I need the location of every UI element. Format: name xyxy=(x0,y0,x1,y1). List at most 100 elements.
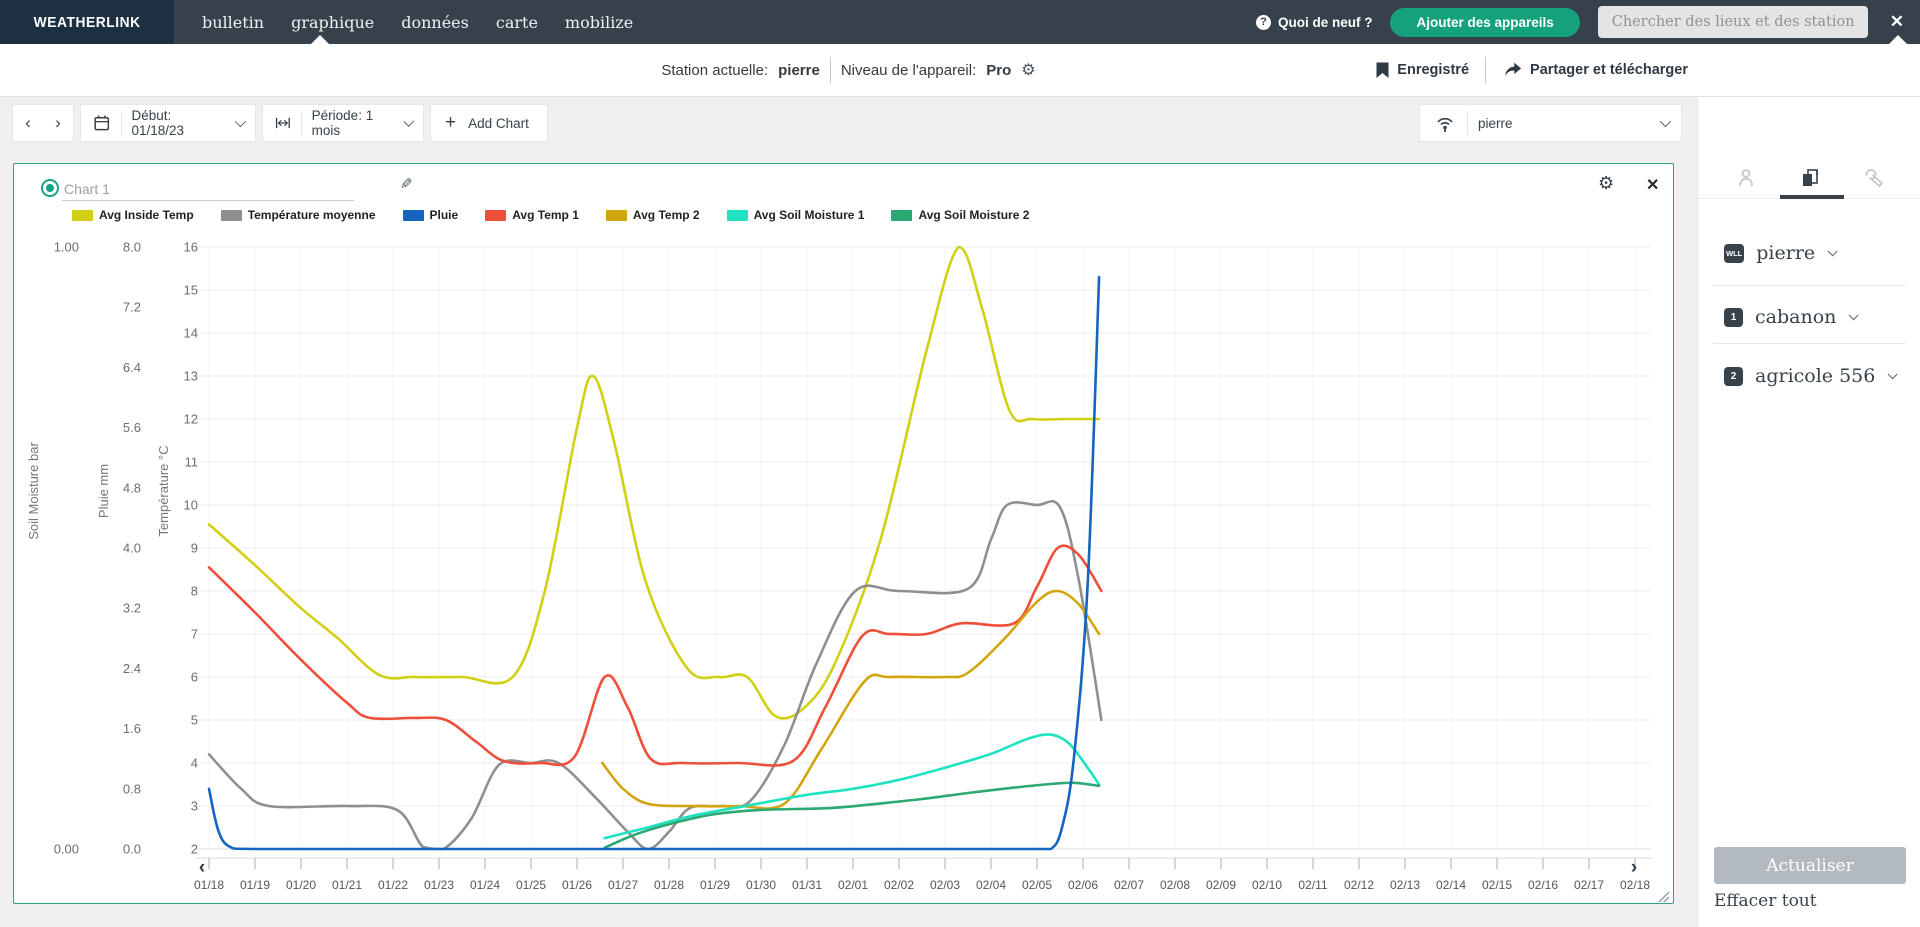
legend-item[interactable]: Avg Inside Temp xyxy=(72,208,194,222)
nav-item-données[interactable]: données xyxy=(401,13,469,32)
resize-handle[interactable] xyxy=(1658,892,1669,902)
close-icon[interactable]: ✕ xyxy=(1886,12,1908,32)
chart-settings-gear-icon[interactable]: ⚙ xyxy=(1598,173,1614,194)
clear-all-link[interactable]: Effacer tout xyxy=(1714,891,1817,911)
legend-item[interactable]: Température moyenne xyxy=(221,208,376,222)
axis-title: Pluie mm xyxy=(96,464,111,518)
axis-tick-label: 2 xyxy=(191,842,198,857)
device-badge: 1 xyxy=(1724,308,1743,327)
x-axis-date-label: 02/03 xyxy=(930,878,960,892)
axis-tick-label: 15 xyxy=(184,283,198,298)
legend-item[interactable]: Pluie xyxy=(403,208,459,222)
nav-item-bulletin[interactable]: bulletin xyxy=(202,13,264,32)
tab-user[interactable] xyxy=(1733,165,1759,191)
nav-item-carte[interactable]: carte xyxy=(496,13,538,32)
chevron-down-icon xyxy=(404,116,415,127)
device-sidebar: WLLpierre 1cabanon 2agricole 556 Actualise… xyxy=(1697,97,1920,927)
x-axis-date-label: 02/18 xyxy=(1620,878,1650,892)
start-date-picker[interactable]: Début: 01/18/23 xyxy=(80,104,256,142)
series-avg-temp-1 xyxy=(209,546,1101,766)
station-select-value: pierre xyxy=(1478,116,1513,131)
scroll-left-icon[interactable]: ‹ xyxy=(199,857,205,878)
refresh-button[interactable]: Actualiser xyxy=(1714,847,1906,884)
series-avg-inside-temp xyxy=(209,247,1099,718)
chart-plot[interactable]: 1.000.00Soil Moisture bar8.07.26.45.64.8… xyxy=(14,164,1672,902)
axis-tick-label: 10 xyxy=(184,498,198,513)
x-axis-date-label: 01/18 xyxy=(194,878,224,892)
x-axis-date-label: 01/21 xyxy=(332,878,362,892)
axis-tick-label: 14 xyxy=(184,326,198,341)
divider xyxy=(1485,57,1486,83)
x-axis-date-label: 01/22 xyxy=(378,878,408,892)
add-devices-button[interactable]: Ajouter des appareils xyxy=(1390,8,1579,37)
nav-menu: bulletin graphique données carte mobilize xyxy=(202,0,633,44)
x-axis-date-label: 01/24 xyxy=(470,878,500,892)
legend-label: Avg Temp 2 xyxy=(633,208,700,222)
period-picker[interactable]: Période: 1 mois xyxy=(262,104,424,142)
chart-close-icon[interactable]: ✕ xyxy=(1646,175,1659,195)
add-chart-button[interactable]: + Add Chart xyxy=(430,104,548,142)
axis-tick-label: 12 xyxy=(184,412,198,427)
search-input[interactable] xyxy=(1598,6,1868,38)
sidebar-caret xyxy=(1889,35,1907,44)
axis-tick-label: 11 xyxy=(185,455,199,470)
axis-tick-label: 6 xyxy=(191,670,198,685)
legend-label: Avg Soil Moisture 1 xyxy=(754,208,865,222)
chevron-down-icon xyxy=(1888,369,1898,379)
legend-item[interactable]: Avg Temp 1 xyxy=(485,208,579,222)
legend-swatch xyxy=(606,210,627,221)
nav-item-mobilize[interactable]: mobilize xyxy=(565,13,633,32)
chevron-down-icon xyxy=(1828,246,1838,256)
series-température-moyenne xyxy=(209,501,1101,849)
axis-tick-label: 0.0 xyxy=(123,842,141,857)
axis-tick-label: 16 xyxy=(184,240,198,255)
x-axis-date-label: 01/30 xyxy=(746,878,776,892)
axis-tick-label: 7 xyxy=(191,627,198,642)
share-icon xyxy=(1502,62,1522,78)
legend-swatch xyxy=(72,210,93,221)
tab-devices[interactable] xyxy=(1797,165,1823,191)
axis-tick-label: 0.8 xyxy=(123,781,141,796)
device-row-cabanon[interactable]: 1cabanon xyxy=(1724,305,1904,329)
legend-label: Avg Temp 1 xyxy=(512,208,579,222)
saved-button[interactable]: Enregistré xyxy=(1376,62,1469,79)
x-axis-date-label: 02/01 xyxy=(838,878,868,892)
share-label: Partager et télécharger xyxy=(1530,62,1688,78)
legend-item[interactable]: Avg Soil Moisture 1 xyxy=(727,208,865,222)
divider xyxy=(1713,343,1906,344)
legend-item[interactable]: Avg Temp 2 xyxy=(606,208,700,222)
sidebar-tabs xyxy=(1698,159,1920,199)
axis-tick-label: 5.6 xyxy=(123,420,141,435)
prev-arrow-button[interactable]: ‹ xyxy=(13,113,43,133)
x-axis-date-label: 01/28 xyxy=(654,878,684,892)
axis-title: Soil Moisture bar xyxy=(26,442,41,540)
whats-new-link[interactable]: ? Quoi de neuf ? xyxy=(1256,15,1373,30)
legend-swatch xyxy=(221,210,242,221)
pencil-icon[interactable]: ✎ xyxy=(400,175,413,193)
x-axis-date-label: 01/29 xyxy=(700,878,730,892)
active-tab-underline xyxy=(1780,195,1844,199)
gear-icon[interactable]: ⚙ xyxy=(1021,60,1035,80)
device-row-agricole-556[interactable]: 2agricole 556 xyxy=(1724,364,1904,388)
device-name: pierre xyxy=(1756,242,1815,264)
device-row-pierre[interactable]: WLLpierre xyxy=(1724,241,1904,265)
scroll-right-icon[interactable]: › xyxy=(1631,857,1637,878)
share-download-button[interactable]: Partager et télécharger xyxy=(1502,62,1688,78)
tab-settings[interactable] xyxy=(1860,165,1886,191)
x-axis-date-label: 01/26 xyxy=(562,878,592,892)
next-arrow-button[interactable]: › xyxy=(43,113,73,133)
station-select[interactable]: pierre xyxy=(1419,104,1682,142)
station-signal-icon xyxy=(1433,112,1457,134)
chart-title-input[interactable] xyxy=(62,177,354,201)
device-level-label: Niveau de l'appareil: xyxy=(841,62,976,79)
x-axis-date-label: 01/19 xyxy=(240,878,270,892)
weatherlink-logo[interactable]: WEATHERLINK xyxy=(0,0,174,44)
x-axis-date-label: 02/07 xyxy=(1114,878,1144,892)
legend-swatch xyxy=(485,210,506,221)
axis-tick-label: 4.8 xyxy=(123,480,141,495)
nav-item-graphique[interactable]: graphique xyxy=(291,13,374,32)
series-avg-soil-moisture-2 xyxy=(605,783,1100,848)
add-chart-label: Add Chart xyxy=(468,116,529,131)
chart-radio[interactable] xyxy=(41,179,59,197)
legend-item[interactable]: Avg Soil Moisture 2 xyxy=(891,208,1029,222)
